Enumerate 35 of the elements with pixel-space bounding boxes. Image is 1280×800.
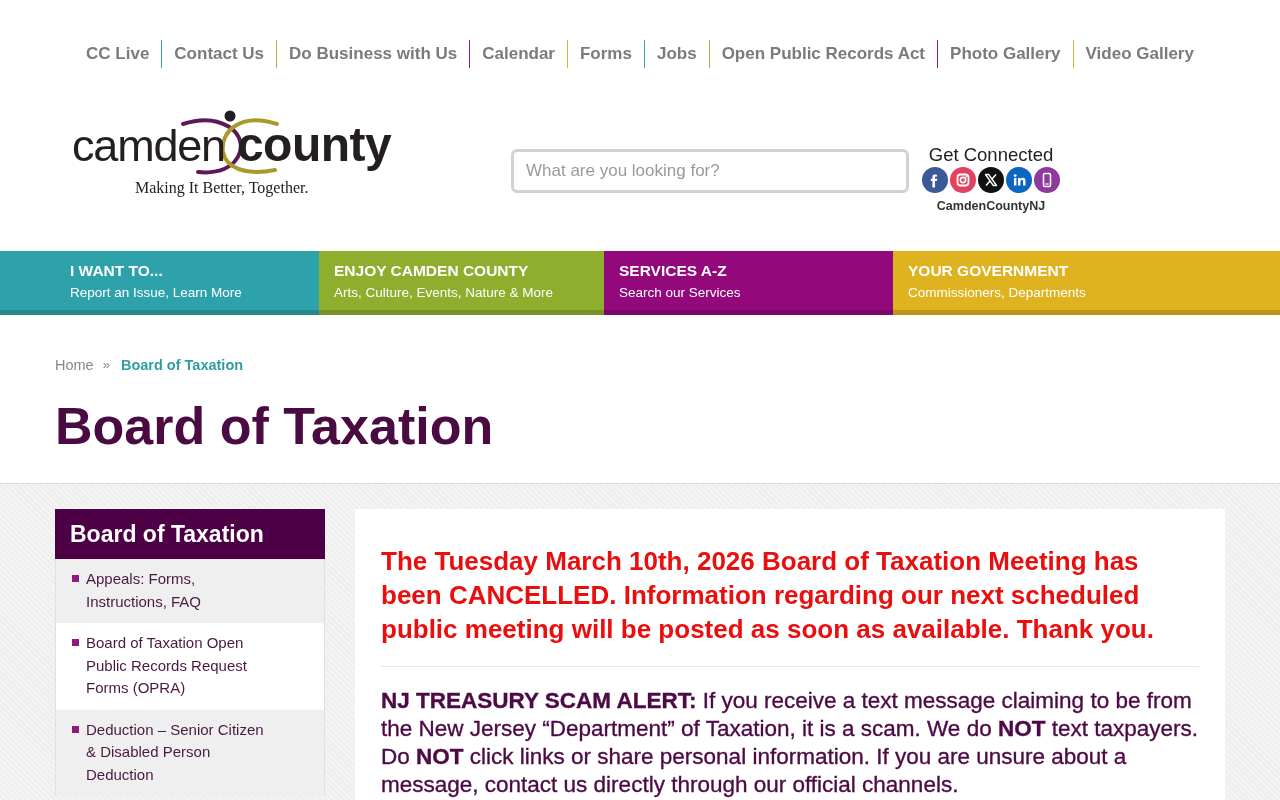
- sidebar-heading: Board of Taxation: [55, 509, 325, 559]
- scam-alert-text: NJ TREASURY SCAM ALERT: If you receive a text message claiming to be from the New Jersey “Department” of Taxation, it is a scam. We do NOT text taxpayers. Do NOT click links or share personal information. If you are unsure about a message, contact us directly through our official channels.: [381, 687, 1199, 799]
- nav-link[interactable]: Photo Gallery: [950, 42, 1061, 66]
- logo-wordmark: camden: [72, 121, 225, 171]
- social-heading: Get Connected: [928, 144, 1054, 166]
- nav-link[interactable]: Do Business with Us: [289, 42, 458, 66]
- breadcrumb-link[interactable]: Home: [55, 355, 94, 375]
- nav-link[interactable]: CC Live: [86, 42, 150, 66]
- nav-link[interactable]: Forms: [579, 42, 632, 66]
- logo-tagline: Making It Better, Together.: [134, 178, 310, 198]
- instagram-icon[interactable]: [950, 167, 976, 193]
- search-field[interactable]: What are you looking for?: [511, 149, 909, 193]
- bullet-icon: [72, 575, 79, 582]
- nav-link[interactable]: Open Public Records Act: [721, 42, 926, 66]
- bullet-icon: [72, 725, 79, 733]
- mobile-phone-icon[interactable]: [1034, 167, 1060, 193]
- sidebar-link[interactable]: Appeals: Forms, Instructions, FAQ: [55, 559, 325, 623]
- page-title: Board of Taxation: [55, 396, 495, 456]
- main-nav-tab[interactable]: SERVICES A-Z Search our Services: [604, 251, 893, 315]
- x-logo-icon[interactable]: [978, 167, 1004, 193]
- cancellation-notice: The Tuesday March 10th, 2026 Board of Taxation Meeting has been CANCELLED. Information regarding our next scheduled public meeting will be posted as soon as available. Thank you.: [381, 545, 1155, 646]
- nav-link[interactable]: Contact Us: [174, 42, 265, 66]
- main-nav-tab[interactable]: I WANT TO... Report an Issue, Learn More: [0, 251, 319, 315]
- breadcrumb-current: Board of Taxation: [120, 356, 244, 375]
- nav-link[interactable]: Video Gallery: [1085, 42, 1194, 66]
- sidebar-link[interactable]: Board of Taxation Open Public Records Request Forms (OPRA): [55, 623, 325, 710]
- nav-link[interactable]: Calendar: [482, 42, 555, 66]
- breadcrumb-separator: »: [102, 356, 110, 374]
- bullet-icon: [72, 639, 79, 646]
- main-nav-tab[interactable]: ENJOY CAMDEN COUNTY Arts, Culture, Events, Nature & More: [319, 251, 604, 315]
- linkedin-icon[interactable]: [1006, 167, 1032, 193]
- facebook-icon[interactable]: [922, 167, 948, 193]
- nav-link[interactable]: Jobs: [656, 42, 697, 66]
- sidebar-link[interactable]: Deduction – Senior Citizen & Disabled Person Deduction: [55, 709, 325, 796]
- social-handle: CamdenCountyNJ: [936, 198, 1046, 214]
